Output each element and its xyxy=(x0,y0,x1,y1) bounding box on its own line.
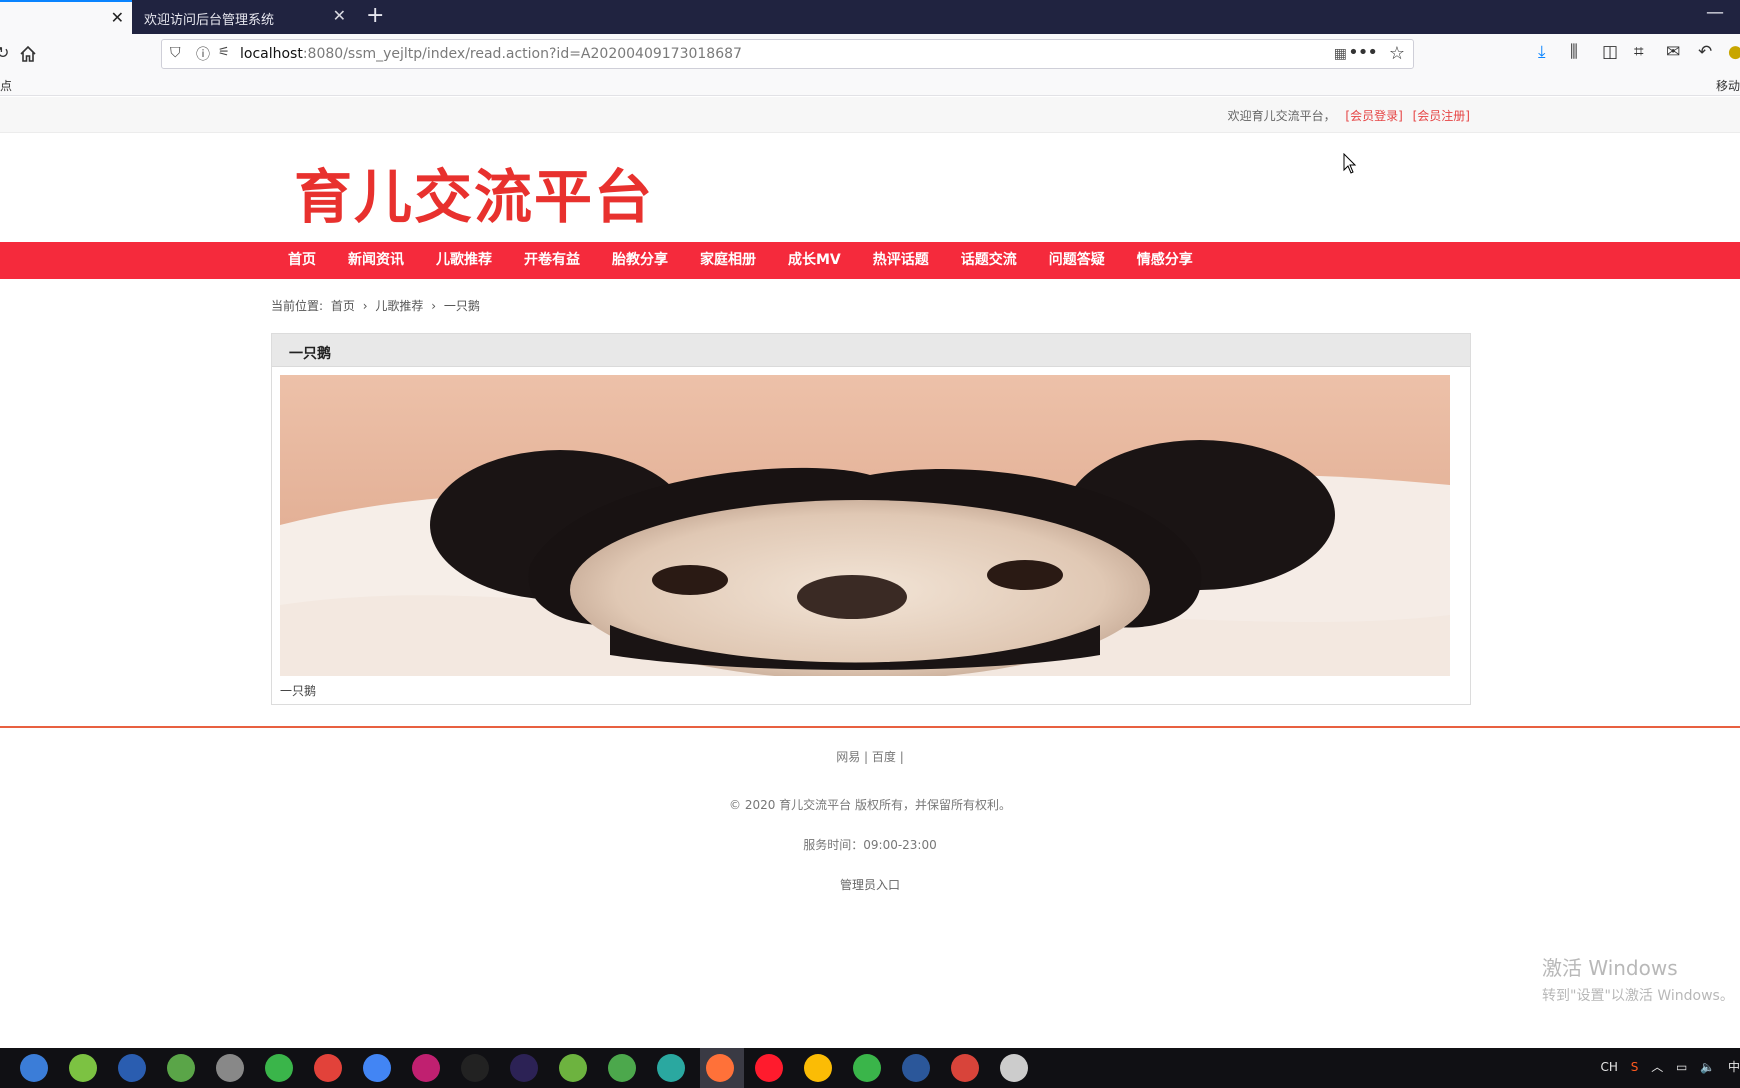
url-path: :8080/ssm_yejltp/index/read.action?id=A2… xyxy=(302,46,742,62)
breadcrumb-prefix: 当前位置: xyxy=(271,299,324,313)
word-icon[interactable] xyxy=(902,1054,930,1082)
browser-tab-inactive[interactable]: ✕ xyxy=(0,0,132,34)
breadcrumb-separator: › xyxy=(362,299,368,313)
system-tray: CH S ︿ ▭ 🔈 中 xyxy=(1592,1058,1740,1075)
qr-code-icon[interactable]: ▦ xyxy=(1334,46,1347,62)
app-icon[interactable] xyxy=(853,1054,881,1082)
footer-service-hours: 服务时间：09:00-23:00 xyxy=(803,838,937,852)
url-host: localhost xyxy=(240,46,303,62)
breadcrumb-current: 一只鹅 xyxy=(443,299,480,313)
sidebar-icon[interactable]: ◫ xyxy=(1602,42,1618,62)
member-login-link[interactable]: [会员登录] xyxy=(1345,109,1402,123)
app-icon[interactable] xyxy=(657,1054,685,1082)
breadcrumb: 当前位置: 首页 › 儿歌推荐 › 一只鹅 xyxy=(271,297,484,314)
extension-icon[interactable]: ● xyxy=(1728,42,1740,62)
permissions-icon[interactable]: ⚟ xyxy=(218,45,230,60)
tracking-shield-icon[interactable]: ⛉ xyxy=(170,45,181,61)
nav-item[interactable]: 首页 xyxy=(272,242,332,279)
app-icon[interactable] xyxy=(167,1054,195,1082)
watermark-line2: 转到"设置"以激活 Windows。 xyxy=(1542,988,1734,1004)
reload-icon[interactable]: ↻ xyxy=(0,43,9,62)
new-tab-button[interactable]: + xyxy=(366,3,384,28)
network-icon[interactable]: ▭ xyxy=(1676,1060,1687,1074)
nav-item[interactable]: 问题答疑 xyxy=(1033,242,1121,279)
wechat-icon[interactable] xyxy=(265,1054,293,1082)
site-topbar: 欢迎育儿交流平台， [会员登录] [会员注册] xyxy=(0,97,1740,133)
member-register-link[interactable]: [会员注册] xyxy=(1413,109,1470,123)
bookmark-star-icon[interactable]: ☆ xyxy=(1389,43,1405,64)
minimize-window-icon[interactable]: — xyxy=(1706,2,1724,23)
volume-icon[interactable]: 🔈 xyxy=(1700,1060,1715,1074)
home-icon[interactable] xyxy=(18,44,38,64)
footer-links[interactable]: 网易 | 百度 | xyxy=(0,748,1740,765)
app-icon[interactable] xyxy=(559,1054,587,1082)
site-footer: 网易 | 百度 | © 2020 育儿交流平台 版权所有，并保留所有权利。 服务… xyxy=(0,728,1740,1048)
chrome-icon[interactable] xyxy=(363,1054,391,1082)
welcome-text: 欢迎育儿交流平台， xyxy=(1227,109,1336,123)
breadcrumb-separator: › xyxy=(431,299,437,313)
nav-item[interactable]: 开卷有益 xyxy=(508,242,596,279)
site-logo[interactable]: 育儿交流平台 xyxy=(294,150,654,234)
language-indicator[interactable]: 中 xyxy=(1728,1060,1740,1074)
start-orb-icon[interactable] xyxy=(20,1054,48,1082)
undo-icon[interactable]: ↶ xyxy=(1698,42,1712,62)
admin-entrance-link[interactable]: 管理员入口 xyxy=(0,876,1740,893)
downloads-icon[interactable]: ⤓ xyxy=(1538,42,1546,62)
show-hidden-icons-icon[interactable]: ︿ xyxy=(1651,1060,1663,1074)
app-icon[interactable] xyxy=(608,1054,636,1082)
page-actions-icon[interactable]: ••• xyxy=(1348,42,1378,63)
article-header: 一只鹅 xyxy=(272,334,1470,367)
app-icon[interactable] xyxy=(951,1054,979,1082)
mouse-cursor-icon xyxy=(1343,153,1357,174)
breadcrumb-section[interactable]: 儿歌推荐 xyxy=(375,299,423,313)
nav-item[interactable]: 儿歌推荐 xyxy=(420,242,508,279)
nav-item[interactable]: 家庭相册 xyxy=(684,242,772,279)
puppy-photo xyxy=(280,375,1450,676)
app-icon[interactable] xyxy=(118,1054,146,1082)
close-tab-icon[interactable]: ✕ xyxy=(333,6,346,25)
watermark-line1: 激活 Windows xyxy=(1542,956,1678,980)
intellij-icon[interactable] xyxy=(412,1054,440,1082)
eclipse-icon[interactable] xyxy=(510,1054,538,1082)
nav-item[interactable]: 新闻资讯 xyxy=(332,242,420,279)
chrome-icon[interactable] xyxy=(314,1054,342,1082)
chat-bubble-icon[interactable]: ✉ xyxy=(1666,42,1680,62)
browser-tab-bar: ✕ 欢迎访问后台管理系统 ✕ + — xyxy=(0,0,1740,34)
footer-copyright: © 2020 育儿交流平台 版权所有，并保留所有权利。 xyxy=(729,798,1011,812)
article-title: 一只鹅 xyxy=(289,346,331,362)
app-icon[interactable] xyxy=(69,1054,97,1082)
app-icon[interactable] xyxy=(1000,1054,1028,1082)
chrome-icon[interactable] xyxy=(804,1054,832,1082)
site-info-icon[interactable]: ⓘ xyxy=(196,44,210,64)
nav-item[interactable]: 情感分享 xyxy=(1121,242,1209,279)
bookmarks-bar: 点 移动 xyxy=(0,74,1740,96)
article-panel: 一只鹅 一只鹅 xyxy=(271,333,1471,705)
article-caption: 一只鹅 xyxy=(280,684,317,698)
browser-toolbar: ↻ ⛉ ⓘ ⚟ localhost:8080/ssm_yejltp/index/… xyxy=(0,34,1740,74)
windows-activation-watermark: 激活 Windows 转到"设置"以激活 Windows。 xyxy=(1542,952,1734,1005)
nav-item[interactable]: 胎教分享 xyxy=(596,242,684,279)
app-icon[interactable] xyxy=(216,1054,244,1082)
address-bar[interactable]: ⛉ ⓘ ⚟ localhost:8080/ssm_yejltp/index/re… xyxy=(161,39,1414,69)
nav-item[interactable]: 成长MV xyxy=(772,242,857,279)
tab-title: 欢迎访问后台管理系统 xyxy=(144,13,275,28)
sogou-icon[interactable]: S xyxy=(1631,1060,1639,1074)
nav-item[interactable]: 热评话题 xyxy=(857,242,945,279)
browser-tab-active[interactable]: 欢迎访问后台管理系统 ✕ xyxy=(134,0,356,34)
url-text[interactable]: localhost:8080/ssm_yejltp/index/read.act… xyxy=(240,46,742,62)
firefox-icon[interactable] xyxy=(706,1054,734,1082)
nav-item[interactable]: 话题交流 xyxy=(945,242,1033,279)
breadcrumb-home[interactable]: 首页 xyxy=(331,299,355,313)
ime-indicator[interactable]: CH xyxy=(1601,1060,1618,1074)
bookmark-item[interactable]: 点 xyxy=(0,77,12,94)
screenshot-crop-icon[interactable]: ⌗ xyxy=(1634,42,1644,62)
qq-icon[interactable] xyxy=(461,1054,489,1082)
opera-icon[interactable] xyxy=(755,1054,783,1082)
article-image xyxy=(280,375,1450,676)
main-nav: 首页 新闻资讯 儿歌推荐 开卷有益 胎教分享 家庭相册 成长MV 热评话题 话题交流 问题答疑 情感… xyxy=(0,242,1740,279)
mobile-bookmarks[interactable]: 移动 xyxy=(1716,77,1740,94)
library-icon[interactable]: ⫼ xyxy=(1570,42,1578,62)
close-tab-icon[interactable]: ✕ xyxy=(111,8,124,27)
windows-taskbar: CH S ︿ ▭ 🔈 中 xyxy=(0,1048,1740,1088)
